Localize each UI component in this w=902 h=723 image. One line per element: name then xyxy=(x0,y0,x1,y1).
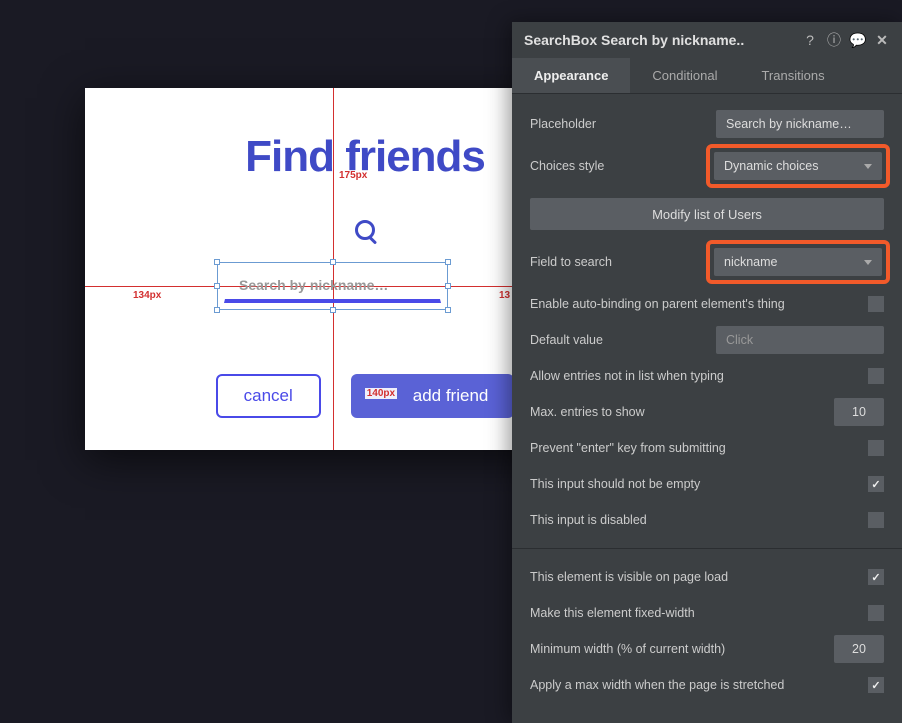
label-field-to-search: Field to search xyxy=(530,255,702,269)
input-placeholder[interactable]: Search by nickname… xyxy=(716,110,884,138)
label-allow-entries: Allow entries not in list when typing xyxy=(530,369,858,383)
choices-style-value: Dynamic choices xyxy=(724,159,818,173)
label-prevent-enter: Prevent "enter" key from submitting xyxy=(530,441,858,455)
measure-overlay: 140px xyxy=(365,388,397,399)
resize-handle[interactable] xyxy=(445,307,451,313)
checkbox-visible[interactable] xyxy=(868,569,884,585)
selected-input-wrapper[interactable]: Search by nickname… xyxy=(217,262,448,310)
label-max-entries: Max. entries to show xyxy=(530,405,824,419)
checkbox-max-width[interactable] xyxy=(868,677,884,693)
label-placeholder: Placeholder xyxy=(530,117,706,131)
chevron-down-icon xyxy=(864,164,872,169)
divider xyxy=(512,548,902,549)
resize-handle[interactable] xyxy=(445,259,451,265)
resize-handle[interactable] xyxy=(445,283,451,289)
checkbox-not-empty[interactable] xyxy=(868,476,884,492)
add-friend-button[interactable]: 140px add friend xyxy=(351,374,515,418)
modify-list-button[interactable]: Modify list of Users xyxy=(530,198,884,230)
help-icon[interactable]: ? xyxy=(802,32,818,48)
input-min-width[interactable]: 20 xyxy=(834,635,884,663)
field-to-search-value: nickname xyxy=(724,255,778,269)
measure-right: 13 xyxy=(497,290,512,301)
search-icon xyxy=(355,220,375,240)
resize-handle[interactable] xyxy=(330,307,336,313)
tab-conditional[interactable]: Conditional xyxy=(630,58,739,93)
label-default-value: Default value xyxy=(530,333,706,347)
resize-handle[interactable] xyxy=(214,307,220,313)
label-max-width: Apply a max width when the page is stret… xyxy=(530,678,858,692)
label-auto-binding: Enable auto-binding on parent element's … xyxy=(530,297,858,311)
resize-handle[interactable] xyxy=(330,259,336,265)
tab-transitions[interactable]: Transitions xyxy=(739,58,846,93)
highlight-field-to-search: nickname xyxy=(706,240,890,284)
panel-body: Placeholder Search by nickname… Choices … xyxy=(512,94,902,723)
label-not-empty: This input should not be empty xyxy=(530,477,858,491)
chevron-down-icon xyxy=(864,260,872,265)
comment-icon[interactable]: 💬 xyxy=(850,32,866,48)
panel-title: SearchBox Search by nickname.. xyxy=(524,32,802,48)
info-icon[interactable]: ⓘ xyxy=(826,32,842,48)
label-visible: This element is visible on page load xyxy=(530,570,858,584)
property-panel: SearchBox Search by nickname.. ? ⓘ 💬 ✕ A… xyxy=(512,22,902,723)
highlight-choices-style: Dynamic choices xyxy=(706,144,890,188)
label-min-width: Minimum width (% of current width) xyxy=(530,642,824,656)
select-field-to-search[interactable]: nickname xyxy=(714,248,882,276)
panel-tabs: Appearance Conditional Transitions xyxy=(512,58,902,94)
checkbox-prevent-enter[interactable] xyxy=(868,440,884,456)
measure-top: 175px xyxy=(337,170,369,181)
label-fixed-width: Make this element fixed-width xyxy=(530,606,858,620)
input-max-entries[interactable]: 10 xyxy=(834,398,884,426)
label-choices-style: Choices style xyxy=(530,159,702,173)
checkbox-fixed-width[interactable] xyxy=(868,605,884,621)
measure-left: 134px xyxy=(131,290,163,301)
cancel-button[interactable]: cancel xyxy=(216,374,321,418)
select-choices-style[interactable]: Dynamic choices xyxy=(714,152,882,180)
close-icon[interactable]: ✕ xyxy=(874,32,890,48)
tab-appearance[interactable]: Appearance xyxy=(512,58,630,93)
checkbox-disabled[interactable] xyxy=(868,512,884,528)
label-disabled: This input is disabled xyxy=(530,513,858,527)
panel-header: SearchBox Search by nickname.. ? ⓘ 💬 ✕ xyxy=(512,22,902,58)
input-default-value[interactable]: Click xyxy=(716,326,884,354)
checkbox-auto-binding[interactable] xyxy=(868,296,884,312)
search-input[interactable]: Search by nickname… xyxy=(224,269,441,303)
resize-handle[interactable] xyxy=(214,283,220,289)
checkbox-allow-entries[interactable] xyxy=(868,368,884,384)
resize-handle[interactable] xyxy=(214,259,220,265)
